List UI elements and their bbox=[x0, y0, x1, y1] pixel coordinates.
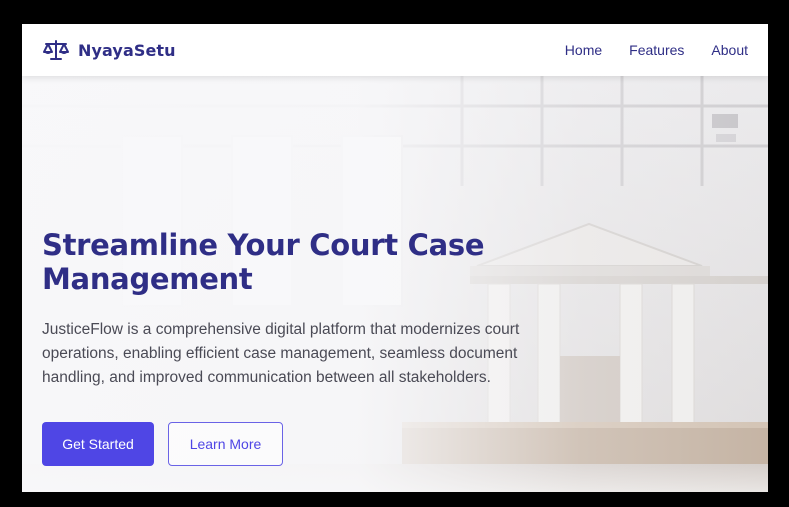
scales-icon bbox=[42, 39, 70, 61]
hero-title-line-2: Management bbox=[42, 262, 253, 296]
hero-description: JusticeFlow is a comprehensive digital p… bbox=[42, 318, 542, 390]
hero-description-line-3: handling, and improved communication bet… bbox=[42, 369, 491, 386]
hero-description-line-2: operations, enabling efficient case mana… bbox=[42, 345, 518, 362]
get-started-button[interactable]: Get Started bbox=[42, 422, 154, 466]
learn-more-button[interactable]: Learn More bbox=[168, 422, 283, 466]
navbar: NyayaSetu Home Features About bbox=[22, 24, 768, 76]
brand-name: NyayaSetu bbox=[78, 40, 176, 60]
cta-buttons: Get Started Learn More bbox=[42, 422, 562, 466]
hero-title: Streamline Your Court Case Management bbox=[42, 228, 562, 296]
nav-link-home[interactable]: Home bbox=[565, 42, 602, 58]
hero-content: Streamline Your Court Case Management Ju… bbox=[42, 228, 562, 466]
brand-logo[interactable]: NyayaSetu bbox=[42, 39, 176, 61]
nav-link-features[interactable]: Features bbox=[629, 42, 684, 58]
nav-link-about[interactable]: About bbox=[711, 42, 748, 58]
browser-viewport: NyayaSetu Home Features About Streamline… bbox=[22, 24, 768, 492]
hero-description-line-1: JusticeFlow is a comprehensive digital p… bbox=[42, 321, 520, 338]
nav-links: Home Features About bbox=[565, 42, 748, 58]
hero-title-line-1: Streamline Your Court Case bbox=[42, 228, 485, 262]
hero-section: Streamline Your Court Case Management Ju… bbox=[22, 76, 768, 492]
